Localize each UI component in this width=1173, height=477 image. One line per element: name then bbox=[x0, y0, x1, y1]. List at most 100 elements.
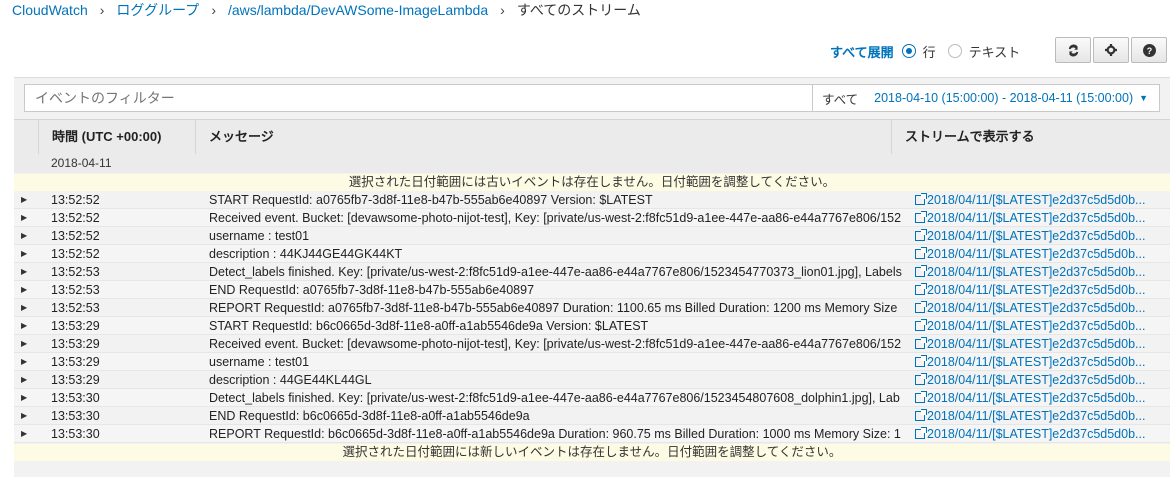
view-toolbar: すべて展開 行 テキスト bbox=[830, 38, 1032, 64]
breadcrumb-separator: › bbox=[500, 2, 505, 18]
log-event-row[interactable]: ▶ 13:52:52 Received event. Bucket: [devaws… bbox=[14, 209, 1170, 227]
stream-link[interactable]: 2018/04/11/[$LATEST]e2d37c5d5d0b... bbox=[915, 245, 1153, 263]
event-time: 13:53:30 bbox=[51, 409, 100, 423]
expand-arrow-icon[interactable]: ▶ bbox=[21, 281, 27, 299]
log-event-row[interactable]: ▶ 13:52:52 description : 44KJ44GE44GK44KT 2… bbox=[14, 245, 1170, 263]
notice-newer-events: 選択された日付範囲には新しいイベントは存在しません。日付範囲を調整してください。 bbox=[14, 444, 1170, 461]
stream-link[interactable]: 2018/04/11/[$LATEST]e2d37c5d5d0b... bbox=[915, 227, 1153, 245]
date-group-label: 2018-04-11 bbox=[51, 156, 112, 170]
view-text-radio[interactable] bbox=[947, 44, 962, 58]
log-event-row[interactable]: ▶ 13:52:53 REPORT RequestId: a0765fb7-3d8f… bbox=[14, 299, 1170, 317]
expand-arrow-icon[interactable]: ▶ bbox=[21, 317, 27, 335]
event-message: Detect_labels finished. Key: [private/us… bbox=[209, 265, 902, 279]
expand-arrow-icon[interactable]: ▶ bbox=[21, 245, 27, 263]
expand-arrow-icon[interactable]: ▶ bbox=[21, 335, 27, 353]
event-message: username : test01 bbox=[209, 229, 310, 243]
help-button[interactable]: ? bbox=[1131, 37, 1167, 63]
event-message: START RequestId: b6c0665d-3d8f-11e8-a0ff… bbox=[209, 319, 649, 333]
expand-arrow-icon[interactable]: ▶ bbox=[21, 263, 27, 281]
breadcrumb-current: すべてのストリーム bbox=[516, 2, 641, 18]
stream-link[interactable]: 2018/04/11/[$LATEST]e2d37c5d5d0b... bbox=[915, 299, 1153, 317]
expand-all-link[interactable]: すべて展開 bbox=[830, 42, 894, 61]
stream-link[interactable]: 2018/04/11/[$LATEST]e2d37c5d5d0b... bbox=[915, 191, 1153, 209]
header-message[interactable]: メッセージ bbox=[196, 120, 892, 154]
stream-link-label: 2018/04/11/[$LATEST]e2d37c5d5d0b... bbox=[927, 373, 1146, 387]
svg-text:?: ? bbox=[1146, 45, 1151, 55]
event-time: 13:53:29 bbox=[51, 355, 100, 369]
external-link-icon bbox=[915, 193, 927, 205]
event-message: END RequestId: a0765fb7-3d8f-11e8-b47b-5… bbox=[209, 283, 535, 297]
expand-arrow-icon[interactable]: ▶ bbox=[21, 299, 27, 317]
header-time[interactable]: 時間 (UTC +00:00) bbox=[38, 120, 196, 154]
stream-link-label: 2018/04/11/[$LATEST]e2d37c5d5d0b... bbox=[927, 391, 1146, 405]
log-event-row[interactable]: ▶ 13:52:53 END RequestId: a0765fb7-3d8f-11… bbox=[14, 281, 1170, 299]
stream-link[interactable]: 2018/04/11/[$LATEST]e2d37c5d5d0b... bbox=[915, 335, 1153, 353]
expand-arrow-icon[interactable]: ▶ bbox=[21, 191, 27, 209]
log-event-row[interactable]: ▶ 13:53:29 description : 44GE44KL44GL 2018/… bbox=[14, 371, 1170, 389]
log-event-row[interactable]: ▶ 13:52:52 username : test01 2018/04/11/[$L… bbox=[14, 227, 1170, 245]
stream-link[interactable]: 2018/04/11/[$LATEST]e2d37c5d5d0b... bbox=[915, 407, 1153, 425]
breadcrumb: CloudWatch › ロググループ › /aws/lambda/DevAWS… bbox=[12, 0, 641, 20]
stream-link-label: 2018/04/11/[$LATEST]e2d37c5d5d0b... bbox=[927, 211, 1146, 225]
view-text-label: テキスト bbox=[968, 44, 1021, 60]
event-message: REPORT RequestId: a0765fb7-3d8f-11e8-b47… bbox=[209, 301, 898, 315]
external-link-icon bbox=[915, 301, 927, 313]
log-event-row[interactable]: ▶ 13:53:30 END RequestId: b6c0665d-3d8f-11… bbox=[14, 407, 1170, 425]
event-time: 13:53:29 bbox=[51, 337, 100, 351]
stream-link-label: 2018/04/11/[$LATEST]e2d37c5d5d0b... bbox=[927, 409, 1146, 423]
table-header: 時間 (UTC +00:00) メッセージ ストリームで表示する bbox=[14, 119, 1170, 155]
expand-arrow-icon[interactable]: ▶ bbox=[21, 425, 27, 443]
log-event-row[interactable]: ▶ 13:53:29 Received event. Bucket: [devaws… bbox=[14, 335, 1170, 353]
event-message: REPORT RequestId: b6c0665d-3d8f-11e8-a0f… bbox=[209, 427, 901, 441]
stream-link[interactable]: 2018/04/11/[$LATEST]e2d37c5d5d0b... bbox=[915, 209, 1153, 227]
stream-link[interactable]: 2018/04/11/[$LATEST]e2d37c5d5d0b... bbox=[915, 389, 1153, 407]
external-link-icon bbox=[915, 373, 927, 385]
log-event-row[interactable]: ▶ 13:53:29 START RequestId: b6c0665d-3d8f-… bbox=[14, 317, 1170, 335]
external-link-icon bbox=[915, 247, 927, 259]
expand-arrow-icon[interactable]: ▶ bbox=[21, 407, 27, 425]
event-time: 13:52:53 bbox=[51, 301, 100, 315]
settings-button[interactable] bbox=[1093, 37, 1129, 63]
expand-arrow-icon[interactable]: ▶ bbox=[21, 353, 27, 371]
event-time: 13:53:29 bbox=[51, 373, 100, 387]
stream-link[interactable]: 2018/04/11/[$LATEST]e2d37c5d5d0b... bbox=[915, 281, 1153, 299]
stream-link[interactable]: 2018/04/11/[$LATEST]e2d37c5d5d0b... bbox=[915, 371, 1153, 389]
event-time: 13:52:53 bbox=[51, 283, 100, 297]
event-time: 13:53:29 bbox=[51, 319, 100, 333]
log-event-row[interactable]: ▶ 13:53:29 username : test01 2018/04/11/[$L… bbox=[14, 353, 1170, 371]
breadcrumb-log-groups[interactable]: ロググループ bbox=[116, 0, 199, 20]
stream-link[interactable]: 2018/04/11/[$LATEST]e2d37c5d5d0b... bbox=[915, 263, 1153, 281]
breadcrumb-cloudwatch[interactable]: CloudWatch bbox=[12, 2, 88, 18]
stream-link-label: 2018/04/11/[$LATEST]e2d37c5d5d0b... bbox=[927, 355, 1146, 369]
expand-arrow-icon[interactable]: ▶ bbox=[21, 389, 27, 407]
expand-arrow-icon[interactable]: ▶ bbox=[21, 209, 27, 227]
expand-arrow-icon[interactable]: ▶ bbox=[21, 371, 27, 389]
event-time: 13:52:52 bbox=[51, 229, 100, 243]
external-link-icon bbox=[915, 229, 927, 241]
notice-older-events: 選択された日付範囲には古いイベントは存在しません。日付範囲を調整してください。 bbox=[14, 174, 1170, 191]
stream-link-label: 2018/04/11/[$LATEST]e2d37c5d5d0b... bbox=[927, 193, 1146, 207]
header-stream[interactable]: ストリームで表示する bbox=[892, 120, 1170, 154]
log-event-row[interactable]: ▶ 13:53:30 Detect_labels finished. Key: [p… bbox=[14, 389, 1170, 407]
external-link-icon bbox=[915, 391, 927, 403]
event-filter-input[interactable] bbox=[24, 84, 813, 112]
stream-link[interactable]: 2018/04/11/[$LATEST]e2d37c5d5d0b... bbox=[915, 425, 1153, 443]
external-link-icon bbox=[915, 265, 927, 277]
expand-arrow-icon[interactable]: ▶ bbox=[21, 227, 27, 245]
log-event-row[interactable]: ▶ 13:53:30 REPORT RequestId: b6c0665d-3d8f… bbox=[14, 425, 1170, 443]
external-link-icon bbox=[915, 319, 927, 331]
stream-link[interactable]: 2018/04/11/[$LATEST]e2d37c5d5d0b... bbox=[915, 353, 1153, 371]
stream-link[interactable]: 2018/04/11/[$LATEST]e2d37c5d5d0b... bbox=[915, 317, 1153, 335]
date-range-selector[interactable]: すべて 2018-04-10 (15:00:00) - 2018-04-11 (… bbox=[813, 84, 1160, 112]
refresh-button[interactable] bbox=[1055, 37, 1091, 63]
event-message: Detect_labels finished. Key: [private/us… bbox=[209, 391, 900, 405]
help-icon: ? bbox=[1142, 43, 1156, 57]
event-time: 13:52:53 bbox=[51, 265, 100, 279]
view-row-radio[interactable] bbox=[901, 44, 916, 58]
log-event-row[interactable]: ▶ 13:52:53 Detect_labels finished. Key: [p… bbox=[14, 263, 1170, 281]
date-range-value: 2018-04-10 (15:00:00) - 2018-04-11 (15:0… bbox=[874, 91, 1134, 105]
log-event-list: ▶ 13:52:52 START RequestId: a0765fb7-3d8f-… bbox=[14, 191, 1170, 443]
breadcrumb-log-group[interactable]: /aws/lambda/DevAWSome-ImageLambda bbox=[228, 2, 488, 18]
external-link-icon bbox=[915, 355, 927, 367]
log-event-row[interactable]: ▶ 13:52:52 START RequestId: a0765fb7-3d8f-… bbox=[14, 191, 1170, 209]
